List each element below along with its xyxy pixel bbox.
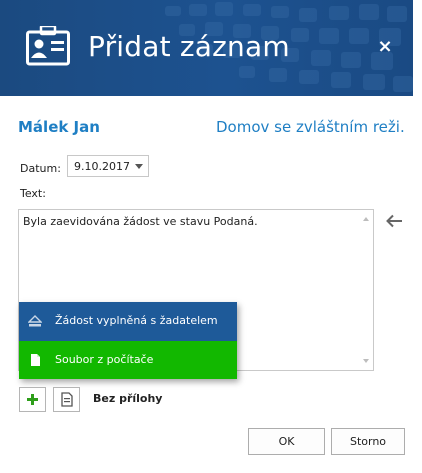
back-arrow-icon[interactable]	[385, 214, 403, 228]
person-name: Málek Jan	[18, 118, 100, 136]
menu-item-label: Žádost vyplněná s žadatelem	[55, 314, 218, 327]
menu-item-label: Soubor z počítače	[55, 353, 154, 366]
cancel-button[interactable]: Storno	[331, 428, 405, 455]
date-label: Datum:	[20, 162, 61, 175]
menu-item-filled-request[interactable]: Žádost vyplněná s žadatelem	[19, 302, 237, 341]
ok-button[interactable]: OK	[248, 428, 325, 455]
chevron-down-icon	[135, 164, 143, 169]
dialog-title: Přidat záznam	[88, 30, 290, 63]
note-button[interactable]	[53, 387, 80, 412]
attachment-status: Bez přílohy	[93, 392, 163, 405]
attachment-menu: Žádost vyplněná s žadatelem Soubor z poč…	[19, 302, 237, 379]
facility-name: Domov se zvláštním reži...	[216, 118, 406, 136]
add-record-dialog: Přidat záznam × Málek Jan Domov se zvláš…	[0, 0, 413, 473]
close-icon[interactable]: ×	[374, 36, 396, 58]
date-value: 9.10.2017	[74, 160, 130, 173]
date-select[interactable]: 9.10.2017	[67, 155, 149, 177]
scroll-up-icon[interactable]	[363, 217, 369, 221]
add-attachment-button[interactable]	[19, 387, 46, 412]
text-label: Text:	[20, 187, 46, 200]
scrollbar[interactable]	[359, 210, 373, 370]
menu-item-file-from-computer[interactable]: Soubor z počítače	[19, 341, 237, 379]
note-icon	[61, 392, 73, 407]
dialog-header: Přidat záznam ×	[0, 0, 413, 96]
document-icon	[31, 354, 40, 366]
eject-icon	[28, 315, 42, 327]
id-badge-icon	[26, 26, 70, 66]
plus-icon-stroke	[31, 394, 34, 405]
text-field-content: Byla zaevidována žádost ve stavu Podaná.	[23, 215, 258, 228]
scroll-down-icon[interactable]	[363, 359, 369, 363]
